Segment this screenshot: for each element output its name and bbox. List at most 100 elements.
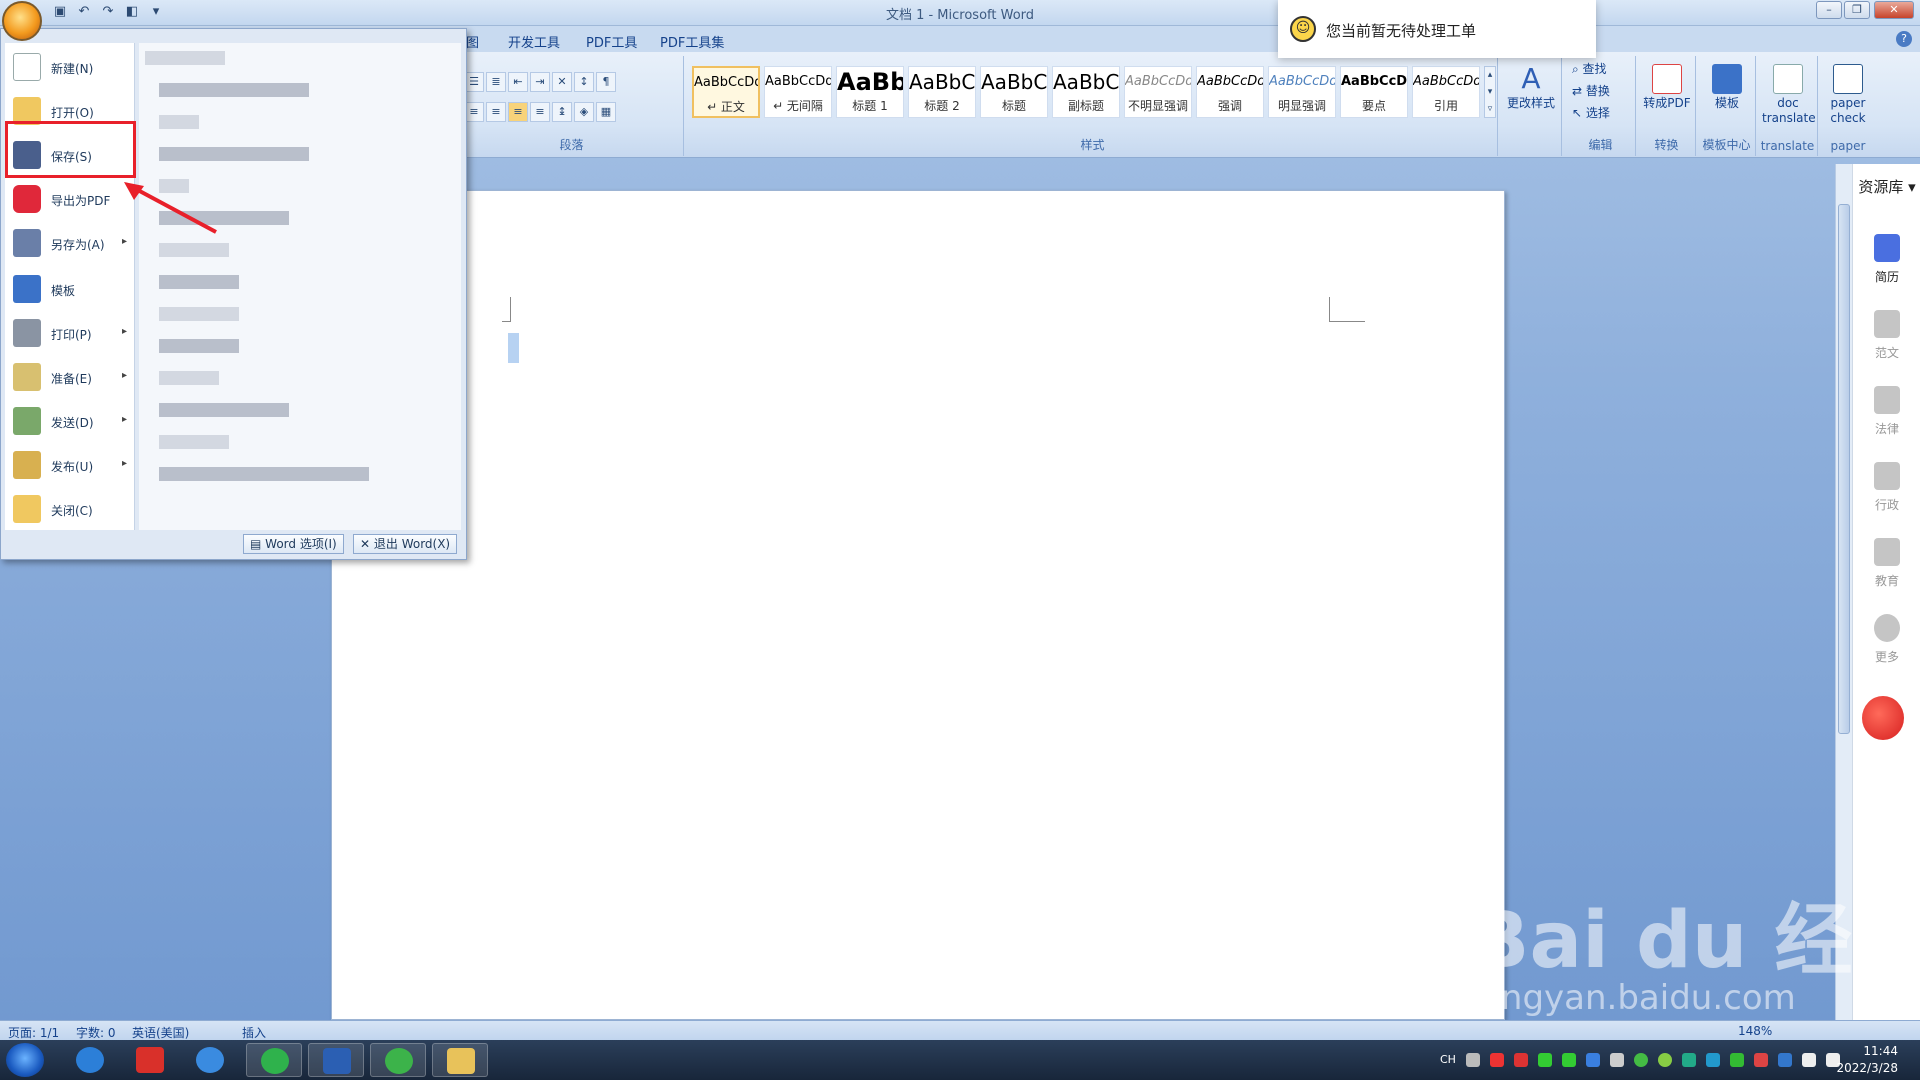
menu-new[interactable]: 新建(N) bbox=[5, 47, 135, 87]
increase-indent-icon[interactable]: ⇥ bbox=[530, 72, 550, 92]
security-icon[interactable] bbox=[1634, 1053, 1648, 1067]
style-strong[interactable]: AaBbCcDd 要点 bbox=[1340, 66, 1408, 118]
start-button[interactable] bbox=[6, 1043, 44, 1077]
paper-check-button[interactable]: paper check bbox=[1822, 64, 1874, 126]
print-preview-icon[interactable]: ◧ bbox=[124, 4, 140, 20]
red-packet-icon[interactable] bbox=[1862, 696, 1904, 740]
taskbar-explorer[interactable] bbox=[432, 1043, 488, 1077]
shading-icon[interactable]: ◈ bbox=[574, 102, 594, 122]
to-pdf-button[interactable]: 转成PDF bbox=[1640, 64, 1694, 111]
tray-app-icon[interactable] bbox=[1490, 1053, 1504, 1067]
tray-app-icon-5[interactable] bbox=[1754, 1053, 1768, 1067]
wechat-tray-icon[interactable] bbox=[1538, 1053, 1552, 1067]
doc-translate-button[interactable]: doc translate bbox=[1762, 64, 1816, 126]
notification-popup[interactable]: ☺ 您当前暂无待处理工单 bbox=[1278, 0, 1596, 58]
minimize-button[interactable]: – bbox=[1816, 1, 1842, 19]
taskbar-wechat[interactable] bbox=[370, 1043, 426, 1077]
show-marks-icon[interactable]: ¶ bbox=[596, 72, 616, 92]
select-button[interactable]: ↖ 选择 bbox=[1572, 106, 1610, 121]
line-spacing-icon[interactable]: ↨ bbox=[552, 102, 572, 122]
taskbar-ie[interactable] bbox=[62, 1043, 118, 1077]
tab-review[interactable]: 图 bbox=[466, 32, 479, 51]
help-icon[interactable]: ? bbox=[1896, 31, 1912, 47]
style-no-spacing[interactable]: AaBbCcDd ↵ 无间隔 bbox=[764, 66, 832, 118]
menu-print[interactable]: 打印(P) ▸ bbox=[5, 313, 135, 353]
style-title[interactable]: AaBbC 标题 bbox=[980, 66, 1048, 118]
style-heading-1[interactable]: AaBb 标题 1 bbox=[836, 66, 904, 118]
status-page[interactable]: 页面: 1/1 bbox=[8, 1024, 59, 1041]
resource-item-sample[interactable]: 范文 bbox=[1853, 310, 1920, 361]
resource-item-admin[interactable]: 行政 bbox=[1853, 462, 1920, 513]
status-words[interactable]: 字数: 0 bbox=[76, 1024, 116, 1041]
replace-button[interactable]: ⇄ 替换 bbox=[1572, 84, 1610, 99]
borders-icon[interactable]: ▦ bbox=[596, 102, 616, 122]
menu-export-pdf[interactable]: 导出为PDF bbox=[5, 179, 135, 219]
chinese-layout-icon[interactable]: ✕ bbox=[552, 72, 572, 92]
tab-pdf-tools[interactable]: PDF工具 bbox=[586, 32, 637, 51]
word-options-button[interactable]: ▤ Word 选项(I) bbox=[243, 534, 344, 554]
style-intense-emphasis[interactable]: AaBbCcDd 明显强调 bbox=[1268, 66, 1336, 118]
resource-pane-title[interactable]: 资源库 ▾ bbox=[1853, 176, 1920, 197]
menu-send[interactable]: 发送(D) ▸ bbox=[5, 401, 135, 441]
align-center-icon[interactable]: ≡ bbox=[464, 102, 484, 122]
decrease-indent-icon[interactable]: ⇤ bbox=[508, 72, 528, 92]
scroll-thumb[interactable] bbox=[1838, 204, 1850, 734]
play-icon[interactable] bbox=[1730, 1053, 1744, 1067]
document-page[interactable] bbox=[331, 190, 1505, 1020]
wechat-tray-icon-2[interactable] bbox=[1562, 1053, 1576, 1067]
tray-app-icon-3[interactable] bbox=[1682, 1053, 1696, 1067]
resource-item-resume[interactable]: 简历 bbox=[1853, 234, 1920, 285]
justify-icon[interactable]: ≡ bbox=[508, 102, 528, 122]
change-styles-button[interactable]: A 更改样式 bbox=[1504, 64, 1558, 111]
maximize-button[interactable]: ❐ bbox=[1844, 1, 1870, 19]
style-normal[interactable]: AaBbCcDd ↵ 正文 bbox=[692, 66, 760, 118]
resource-item-law[interactable]: 法律 bbox=[1853, 386, 1920, 437]
style-gallery-scroll[interactable]: ▴ ▾ ▿ bbox=[1484, 66, 1496, 118]
sort-icon[interactable]: ↕ bbox=[574, 72, 594, 92]
style-subtle-emphasis[interactable]: AaBbCcDd 不明显强调 bbox=[1124, 66, 1192, 118]
redo-icon[interactable]: ↷ bbox=[100, 4, 116, 20]
volume-icon[interactable] bbox=[1802, 1053, 1816, 1067]
customize-qat-icon[interactable]: ▾ bbox=[148, 4, 164, 20]
resource-item-education[interactable]: 教育 bbox=[1853, 538, 1920, 589]
clock-time[interactable]: 11:44 bbox=[1863, 1044, 1898, 1058]
style-subtitle[interactable]: AaBbC 副标题 bbox=[1052, 66, 1120, 118]
status-language[interactable]: 英语(美国) bbox=[132, 1024, 189, 1041]
align-right-icon[interactable]: ≡ bbox=[486, 102, 506, 122]
resource-item-more[interactable]: 更多 bbox=[1853, 614, 1920, 665]
save-icon[interactable]: ▣ bbox=[52, 4, 68, 20]
input-language[interactable]: CH bbox=[1440, 1053, 1456, 1066]
menu-save-as[interactable]: 另存为(A) ▸ bbox=[5, 223, 135, 263]
status-zoom[interactable]: 148% bbox=[1738, 1024, 1772, 1038]
printer-icon[interactable] bbox=[1610, 1053, 1624, 1067]
style-heading-2[interactable]: AaBbC 标题 2 bbox=[908, 66, 976, 118]
bullets-icon[interactable]: ☰ bbox=[464, 72, 484, 92]
tab-pdf-toolset[interactable]: PDF工具集 bbox=[660, 32, 724, 51]
distribute-icon[interactable]: ≡ bbox=[530, 102, 550, 122]
bluetooth-icon[interactable] bbox=[1778, 1053, 1792, 1067]
exit-word-button[interactable]: ✕ 退出 Word(X) bbox=[353, 534, 458, 554]
close-button[interactable]: ✕ bbox=[1874, 1, 1914, 19]
taskbar-ie-2[interactable] bbox=[182, 1043, 238, 1077]
style-emphasis[interactable]: AaBbCcDd 强调 bbox=[1196, 66, 1264, 118]
tray-app-icon-2[interactable] bbox=[1658, 1053, 1672, 1067]
clock-date[interactable]: 2022/3/28 bbox=[1836, 1061, 1898, 1075]
template-button[interactable]: 模板 bbox=[1702, 64, 1752, 111]
keyboard-icon[interactable] bbox=[1466, 1053, 1480, 1067]
tab-developer[interactable]: 开发工具 bbox=[508, 32, 560, 51]
office-button[interactable] bbox=[2, 1, 42, 41]
undo-icon[interactable]: ↶ bbox=[76, 4, 92, 20]
tray-app-icon-4[interactable] bbox=[1706, 1053, 1720, 1067]
status-mode[interactable]: 插入 bbox=[242, 1024, 266, 1041]
wps-icon[interactable] bbox=[1514, 1053, 1528, 1067]
menu-close[interactable]: 关闭(C) bbox=[5, 489, 135, 529]
taskbar-browser[interactable] bbox=[246, 1043, 302, 1077]
style-quote[interactable]: AaBbCcDd 引用 bbox=[1412, 66, 1480, 118]
menu-template[interactable]: 模板 bbox=[5, 269, 135, 309]
menu-prepare[interactable]: 准备(E) ▸ bbox=[5, 357, 135, 397]
multilevel-list-icon[interactable]: ≣ bbox=[486, 72, 506, 92]
input-method-icon[interactable] bbox=[1586, 1053, 1600, 1067]
menu-publish[interactable]: 发布(U) ▸ bbox=[5, 445, 135, 485]
taskbar-word[interactable] bbox=[308, 1043, 364, 1077]
find-button[interactable]: ⌕ 查找 bbox=[1572, 62, 1607, 77]
